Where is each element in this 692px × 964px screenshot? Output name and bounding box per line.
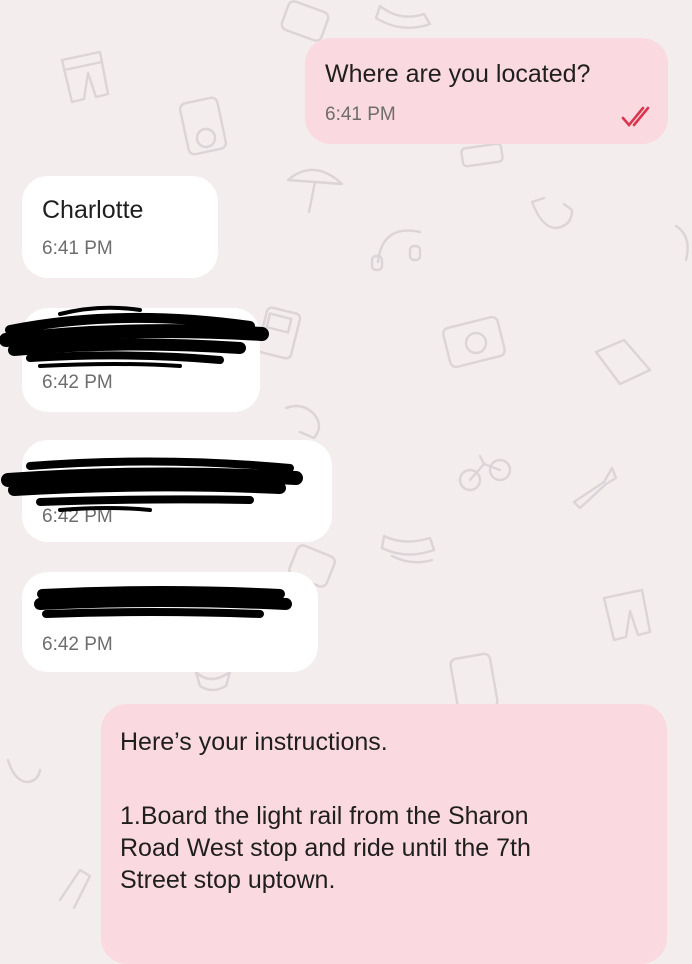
sneakers-icon xyxy=(374,4,432,30)
round-icon xyxy=(674,224,689,262)
trumpet-icon xyxy=(572,466,618,510)
guitar-icon xyxy=(58,868,92,910)
redaction-scribble xyxy=(34,586,292,618)
pants2-icon xyxy=(602,588,652,642)
camera-icon xyxy=(442,315,506,369)
saxophone2-icon xyxy=(6,758,42,784)
message-timestamp: 6:41 PM xyxy=(42,238,113,259)
saxophone-icon xyxy=(530,196,574,230)
pants-icon xyxy=(60,50,110,104)
message-text: Charlotte xyxy=(42,196,144,224)
message-bubble-outgoing[interactable]: Where are you located? 6:41 PM xyxy=(305,38,668,144)
message-timestamp: 6:41 PM xyxy=(325,104,396,125)
message-text: Where are you located? xyxy=(325,60,591,88)
instruction-step: 1.Board the light rail from the Sharon R… xyxy=(120,802,531,894)
bicycle-icon xyxy=(458,454,512,492)
message-bubble-incoming[interactable]: Charlotte 6:41 PM xyxy=(22,176,218,278)
vinyl-record-icon xyxy=(194,670,232,692)
message-timestamp: 6:42 PM xyxy=(42,634,113,655)
ipod-icon xyxy=(178,96,228,156)
read-double-check-icon xyxy=(621,106,650,128)
message-text-line: Here’s your instructions. xyxy=(120,728,388,756)
hairdryer-icon xyxy=(284,404,321,440)
shoe-icon xyxy=(594,338,652,386)
tv-icon xyxy=(280,0,330,42)
umbrella-icon xyxy=(286,168,344,214)
message-bubble-outgoing[interactable]: Here’s your instructions. 1.Board the li… xyxy=(101,704,667,964)
redaction-scribble xyxy=(0,305,269,368)
tablet-icon xyxy=(460,142,504,168)
headphones-icon xyxy=(370,229,422,272)
redaction-scribble xyxy=(1,457,303,512)
sneakers2-icon xyxy=(380,534,436,564)
